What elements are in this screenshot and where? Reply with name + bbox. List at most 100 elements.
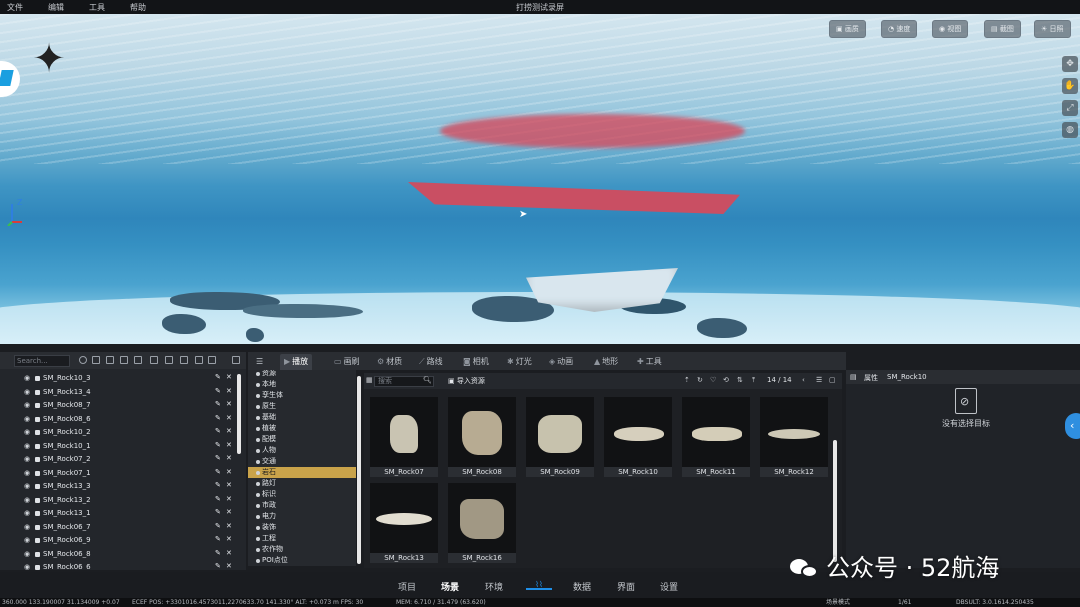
tree-item[interactable]: 交通: [248, 456, 356, 467]
outliner-scrollbar[interactable]: [237, 374, 241, 454]
outliner-row[interactable]: ◉ SM_Rock06_9 ✎ ✕: [0, 534, 240, 548]
tree-root[interactable]: 资源: [248, 370, 356, 379]
outliner-row[interactable]: ◉ SM_Rock08_6 ✎ ✕: [0, 413, 240, 427]
visibility-eye-icon[interactable]: ◉: [24, 550, 30, 558]
tab-play[interactable]: ▶ 播放: [280, 354, 313, 370]
tree-item[interactable]: 市政: [248, 500, 356, 511]
tree-item[interactable]: 原生: [248, 401, 356, 412]
nav-scene[interactable]: 场景: [441, 580, 459, 593]
edit-pencil-icon[interactable]: ✎: [215, 414, 221, 422]
delete-x-icon[interactable]: ✕: [226, 468, 232, 476]
asset-card[interactable]: SM_Rock07: [370, 397, 438, 477]
list-icon[interactable]: [195, 356, 203, 364]
tab-wrench[interactable]: ✚ 工具: [633, 354, 666, 370]
outliner-row[interactable]: ◉ SM_Rock06_7 ✎ ✕: [0, 521, 240, 535]
edit-pencil-icon[interactable]: ✎: [215, 400, 221, 408]
tree-item[interactable]: 孪生体: [248, 390, 356, 401]
panel-toggle-icon[interactable]: ☰: [252, 354, 267, 370]
tree-item[interactable]: 农作物: [248, 544, 356, 555]
delete-x-icon[interactable]: ✕: [226, 387, 232, 395]
view-button[interactable]: ◉ 视图: [932, 20, 969, 38]
tab-light[interactable]: ✱ 灯光: [503, 354, 536, 370]
focus-icon[interactable]: [106, 356, 114, 364]
outliner-row[interactable]: ◉ SM_Rock10_3 ✎ ✕: [0, 372, 240, 386]
tree-item[interactable]: 岩石: [248, 467, 356, 478]
asset-scrollbar[interactable]: [833, 440, 837, 562]
delete-x-icon[interactable]: ✕: [226, 562, 232, 570]
outliner-search-input[interactable]: Search...: [14, 355, 70, 367]
menu-help[interactable]: 帮助: [130, 2, 146, 13]
square-icon[interactable]: [165, 356, 173, 364]
delete-x-icon[interactable]: ✕: [226, 508, 232, 516]
filter-icon[interactable]: [92, 356, 100, 364]
zoom-tool-icon[interactable]: ⤢: [1062, 100, 1078, 116]
visibility-eye-icon[interactable]: ◉: [24, 536, 30, 544]
visibility-eye-icon[interactable]: ◉: [24, 469, 30, 477]
rotate-icon[interactable]: ⟲: [723, 376, 729, 384]
tree-scrollbar[interactable]: [357, 376, 361, 564]
outliner-row[interactable]: ◉ SM_Rock06_6 ✎ ✕: [0, 561, 240, 570]
favorite-icon[interactable]: ♡: [710, 376, 716, 384]
outliner-row[interactable]: ◉ SM_Rock06_8 ✎ ✕: [0, 548, 240, 562]
asset-card[interactable]: SM_Rock09: [526, 397, 594, 477]
move-tool-icon[interactable]: ✥: [1062, 56, 1078, 72]
tab-brush[interactable]: ▭ 画刷: [330, 354, 364, 370]
hand-tool-icon[interactable]: ✋: [1062, 78, 1078, 94]
prev-page-icon[interactable]: ‹: [802, 376, 805, 384]
visibility-eye-icon[interactable]: ◉: [24, 496, 30, 504]
refresh-icon[interactable]: [79, 356, 87, 364]
save-icon[interactable]: [134, 356, 142, 364]
upload-icon[interactable]: ⤒: [752, 376, 755, 385]
search-icon[interactable]: 🔍︎: [423, 376, 432, 384]
timeline-icon[interactable]: ⌇⌇: [526, 581, 552, 590]
visibility-eye-icon[interactable]: ◉: [24, 415, 30, 423]
visibility-eye-icon[interactable]: ◉: [24, 401, 30, 409]
copy-icon[interactable]: [150, 356, 158, 364]
edit-pencil-icon[interactable]: ✎: [215, 495, 221, 503]
swap-icon[interactable]: ⇅: [737, 376, 743, 384]
seafloor-rock[interactable]: [243, 304, 363, 318]
nav-environment[interactable]: 环境: [485, 580, 503, 593]
frame-icon[interactable]: [180, 356, 188, 364]
delete-x-icon[interactable]: ✕: [226, 454, 232, 462]
3d-viewport[interactable]: ✦ Z ▣ 画质 ◔ 速度 ◉ 视图 ▤ 截图 ☀ 日照 ✥ ✋ ⤢ ◍ ➤: [0, 14, 1080, 344]
tree-item[interactable]: 配模: [248, 434, 356, 445]
edit-pencil-icon[interactable]: ✎: [215, 508, 221, 516]
nav-project[interactable]: 项目: [398, 580, 416, 593]
refresh-icon[interactable]: ↻: [697, 376, 703, 384]
globe-tool-icon[interactable]: ◍: [1062, 122, 1078, 138]
asset-card[interactable]: SM_Rock13: [370, 483, 438, 563]
visibility-eye-icon[interactable]: ◉: [24, 455, 30, 463]
ship-hull[interactable]: [408, 182, 740, 214]
edit-pencil-icon[interactable]: ✎: [215, 562, 221, 570]
edit-pencil-icon[interactable]: ✎: [215, 522, 221, 530]
delete-x-icon[interactable]: ✕: [226, 522, 232, 530]
tab-material[interactable]: ⚙ 材质: [373, 354, 406, 370]
menu-edit[interactable]: 编辑: [48, 2, 64, 13]
tree-item[interactable]: 装饰: [248, 522, 356, 533]
asset-card[interactable]: SM_Rock08: [448, 397, 516, 477]
delete-x-icon[interactable]: ✕: [226, 535, 232, 543]
edit-pencil-icon[interactable]: ✎: [215, 481, 221, 489]
edit-pencil-icon[interactable]: ✎: [215, 441, 221, 449]
delete-x-icon[interactable]: ✕: [226, 549, 232, 557]
visibility-eye-icon[interactable]: ◉: [24, 428, 30, 436]
expand-panel-button[interactable]: ‹: [1065, 413, 1080, 439]
quality-button[interactable]: ▣ 画质: [829, 20, 866, 38]
menu-tools[interactable]: 工具: [89, 2, 105, 13]
outliner-row[interactable]: ◉ SM_Rock13_4 ✎ ✕: [0, 386, 240, 400]
outliner-row[interactable]: ◉ SM_Rock13_1 ✎ ✕: [0, 507, 240, 521]
delete-x-icon[interactable]: ✕: [226, 414, 232, 422]
visibility-eye-icon[interactable]: ◉: [24, 509, 30, 517]
delete-x-icon[interactable]: ✕: [226, 495, 232, 503]
asset-card[interactable]: SM_Rock16: [448, 483, 516, 563]
seafloor-rock[interactable]: [246, 328, 264, 342]
nav-settings[interactable]: 设置: [660, 580, 678, 593]
tree-item[interactable]: 人物: [248, 445, 356, 456]
menu-file[interactable]: 文件: [7, 2, 23, 13]
delete-x-icon[interactable]: ✕: [226, 427, 232, 435]
sunlight-button[interactable]: ☀ 日照: [1034, 20, 1071, 38]
nav-data[interactable]: 数据: [573, 580, 591, 593]
delete-x-icon[interactable]: ✕: [226, 481, 232, 489]
nav-interface[interactable]: 界面: [617, 580, 635, 593]
